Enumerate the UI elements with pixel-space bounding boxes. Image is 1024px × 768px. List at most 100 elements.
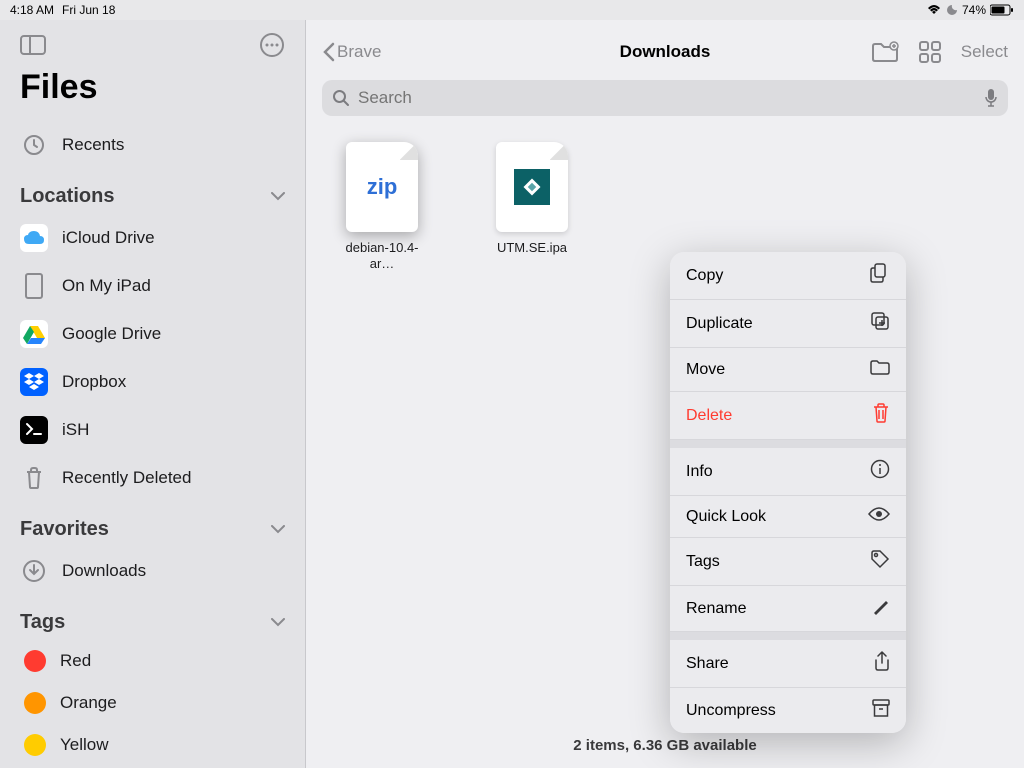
menu-item-rename[interactable]: Rename bbox=[670, 586, 906, 632]
menu-item-share[interactable]: Share bbox=[670, 640, 906, 688]
sidebar-tag-orange[interactable]: Orange bbox=[0, 682, 305, 724]
dropbox-icon bbox=[20, 368, 48, 396]
menu-item-label: Info bbox=[686, 463, 713, 481]
info-icon bbox=[870, 459, 890, 484]
sidebar-tag-yellow[interactable]: Yellow bbox=[0, 724, 305, 766]
icloud-icon bbox=[20, 224, 48, 252]
archive-icon bbox=[872, 699, 890, 722]
tag-label: Red bbox=[60, 651, 91, 671]
sidebar: Files Recents Locations iCloud Drive On M… bbox=[0, 20, 306, 768]
search-icon bbox=[332, 89, 350, 107]
folder-icon bbox=[870, 359, 890, 380]
new-folder-icon[interactable] bbox=[871, 41, 899, 63]
sidebar-item-label: Google Drive bbox=[62, 324, 161, 344]
menu-item-tags[interactable]: Tags bbox=[670, 538, 906, 586]
clock-icon bbox=[20, 131, 48, 159]
battery-icon bbox=[990, 4, 1014, 16]
chevron-left-icon bbox=[322, 42, 335, 62]
tag-dot-icon bbox=[24, 692, 46, 714]
download-icon bbox=[20, 557, 48, 585]
sidebar-toggle-icon[interactable] bbox=[20, 35, 46, 55]
menu-item-label: Tags bbox=[686, 553, 720, 571]
menu-item-label: Move bbox=[686, 361, 725, 379]
search-bar[interactable] bbox=[322, 80, 1008, 116]
menu-item-delete[interactable]: Delete bbox=[670, 392, 906, 440]
sidebar-tag-red[interactable]: Red bbox=[0, 640, 305, 682]
search-input[interactable] bbox=[358, 88, 976, 108]
tag-icon bbox=[870, 549, 890, 574]
sidebar-item-label: Recents bbox=[62, 135, 124, 155]
sidebar-item-downloads[interactable]: Downloads bbox=[0, 547, 305, 595]
tag-dot-icon bbox=[24, 734, 46, 756]
menu-item-uncompress[interactable]: Uncompress bbox=[670, 688, 906, 733]
sidebar-item-label: Recently Deleted bbox=[62, 468, 191, 488]
chevron-down-icon bbox=[271, 618, 285, 627]
sidebar-item-label: Downloads bbox=[62, 561, 146, 581]
mic-icon[interactable] bbox=[984, 88, 998, 108]
chevron-down-icon bbox=[271, 192, 285, 201]
tag-label: Yellow bbox=[60, 735, 109, 755]
menu-item-label: Copy bbox=[686, 267, 723, 285]
wifi-icon bbox=[926, 4, 942, 16]
battery-percentage: 74% bbox=[962, 3, 986, 17]
menu-item-label: Share bbox=[686, 655, 729, 673]
ipa-file-icon bbox=[496, 142, 568, 232]
menu-item-move[interactable]: Move bbox=[670, 348, 906, 392]
copy-icon bbox=[870, 263, 890, 288]
context-menu: Copy Duplicate Move Delete Info Quick Look Tag… bbox=[670, 252, 906, 733]
ish-icon bbox=[20, 416, 48, 444]
menu-item-info[interactable]: Info bbox=[670, 448, 906, 496]
status-text: 2 items, 6.36 GB available bbox=[306, 737, 1024, 754]
menu-divider bbox=[670, 632, 906, 640]
menu-item-copy[interactable]: Copy bbox=[670, 252, 906, 300]
chevron-down-icon bbox=[271, 525, 285, 534]
menu-item-label: Quick Look bbox=[686, 508, 766, 526]
sidebar-item-recently-deleted[interactable]: Recently Deleted bbox=[0, 454, 305, 502]
file-item-ipa[interactable]: UTM.SE.ipa bbox=[486, 142, 578, 256]
more-icon[interactable] bbox=[259, 32, 285, 58]
grid-view-icon[interactable] bbox=[919, 41, 941, 63]
eye-icon bbox=[868, 507, 890, 526]
back-label: Brave bbox=[337, 42, 381, 62]
sidebar-item-google-drive[interactable]: Google Drive bbox=[0, 310, 305, 358]
pencil-icon bbox=[872, 597, 890, 620]
sidebar-item-label: On My iPad bbox=[62, 276, 151, 296]
file-item-zip[interactable]: zip debian-10.4-ar… bbox=[336, 142, 428, 271]
status-time: 4:18 AM bbox=[10, 3, 54, 17]
sidebar-item-icloud-drive[interactable]: iCloud Drive bbox=[0, 214, 305, 262]
status-date: Fri Jun 18 bbox=[62, 3, 115, 17]
moon-icon bbox=[946, 4, 958, 16]
sidebar-item-on-my-ipad[interactable]: On My iPad bbox=[0, 262, 305, 310]
section-header-tags[interactable]: Tags bbox=[0, 595, 305, 640]
gdrive-icon bbox=[20, 320, 48, 348]
sidebar-item-label: Dropbox bbox=[62, 372, 126, 392]
ipad-icon bbox=[20, 272, 48, 300]
menu-item-label: Rename bbox=[686, 600, 746, 618]
tag-dot-icon bbox=[24, 650, 46, 672]
zip-file-icon: zip bbox=[346, 142, 418, 232]
file-name: UTM.SE.ipa bbox=[497, 240, 567, 256]
back-button[interactable]: Brave bbox=[322, 42, 381, 62]
tag-label: Orange bbox=[60, 693, 117, 713]
files-grid[interactable]: zip debian-10.4-ar… UTM.SE.ipa bbox=[306, 126, 1024, 768]
section-header-locations[interactable]: Locations bbox=[0, 169, 305, 214]
select-button[interactable]: Select bbox=[961, 42, 1008, 62]
share-icon bbox=[874, 651, 890, 676]
sidebar-item-recents[interactable]: Recents bbox=[0, 121, 305, 169]
section-header-favorites[interactable]: Favorites bbox=[0, 502, 305, 547]
menu-divider bbox=[670, 440, 906, 448]
menu-item-duplicate[interactable]: Duplicate bbox=[670, 300, 906, 348]
menu-item-label: Delete bbox=[686, 407, 732, 425]
page-title: Downloads bbox=[620, 42, 711, 62]
app-title: Files bbox=[0, 64, 305, 121]
menu-item-quick-look[interactable]: Quick Look bbox=[670, 496, 906, 538]
menu-item-label: Duplicate bbox=[686, 315, 753, 333]
trash-icon bbox=[872, 403, 890, 428]
main-content: Brave Downloads Select zip debian-10.4-a… bbox=[306, 20, 1024, 768]
trash-icon bbox=[20, 464, 48, 492]
file-name: debian-10.4-ar… bbox=[336, 240, 428, 271]
sidebar-item-dropbox[interactable]: Dropbox bbox=[0, 358, 305, 406]
sidebar-item-ish[interactable]: iSH bbox=[0, 406, 305, 454]
sidebar-item-label: iCloud Drive bbox=[62, 228, 155, 248]
status-bar: 4:18 AM Fri Jun 18 74% bbox=[0, 0, 1024, 20]
